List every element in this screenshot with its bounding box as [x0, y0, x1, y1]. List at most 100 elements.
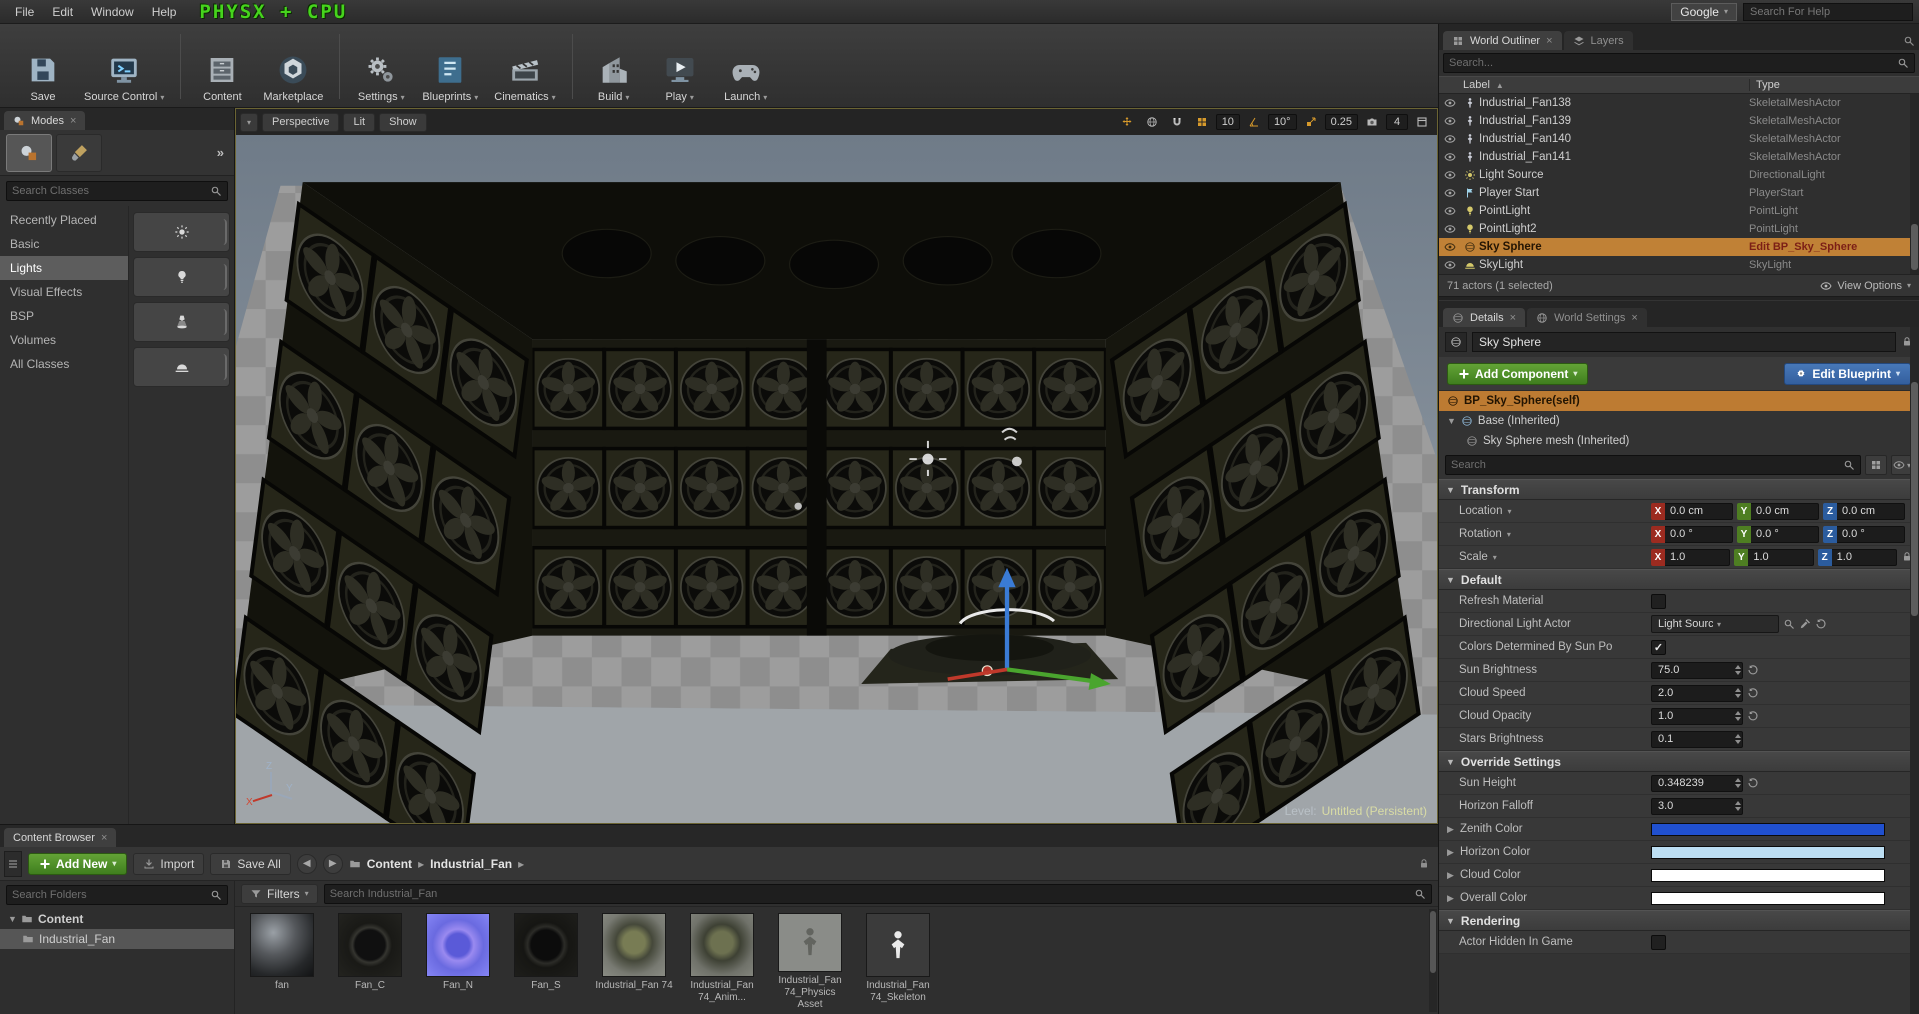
transform-gizmo-icon[interactable] — [1116, 113, 1138, 132]
visibility-eye-icon[interactable] — [1439, 205, 1461, 217]
marketplace-button[interactable]: Marketplace — [255, 28, 331, 105]
visibility-eye-icon[interactable] — [1439, 223, 1461, 235]
location-y-input[interactable]: Y0.0 cm — [1737, 503, 1819, 520]
filters-button[interactable]: Filters▾ — [241, 884, 318, 904]
sources-panel-toggle[interactable] — [4, 851, 22, 877]
level-viewport[interactable]: ▾ Perspective Lit Show — [235, 108, 1438, 824]
visibility-eye-icon[interactable] — [1439, 115, 1461, 127]
category-all-classes[interactable]: All Classes — [0, 352, 128, 376]
viewport-options-button[interactable]: ▾ — [240, 113, 258, 132]
property-matrix-icon[interactable] — [1865, 455, 1887, 475]
outliner-row-sky-sphere[interactable]: Sky Sphere Edit BP_Sky_Sphere — [1439, 238, 1919, 256]
stars-brightness-input[interactable]: 0.1 — [1651, 731, 1743, 748]
blueprints-button[interactable]: Blueprints▾ — [414, 28, 486, 105]
tab-content-browser[interactable]: Content Browser × — [4, 828, 116, 847]
outliner-row-skylight[interactable]: SkyLight SkyLight — [1439, 256, 1919, 274]
category-recently-placed[interactable]: Recently Placed — [0, 208, 128, 232]
rotation-z-input[interactable]: Z0.0 ° — [1823, 526, 1905, 543]
section-rendering[interactable]: ▼ Rendering — [1439, 910, 1919, 931]
outliner-row-industrial-fan141[interactable]: Industrial_Fan141 SkeletalMeshActor — [1439, 148, 1919, 166]
sun-height-input[interactable]: 0.348239 — [1651, 775, 1743, 792]
location-x-input[interactable]: X0.0 cm — [1651, 503, 1733, 520]
launch-button[interactable]: Launch▾ — [713, 28, 779, 105]
asset-tile-fan[interactable]: fan — [243, 913, 321, 1008]
overflow-chevron-icon[interactable]: » — [213, 145, 228, 160]
category-bsp[interactable]: BSP — [0, 304, 128, 328]
breadcrumb-content[interactable]: Content — [367, 857, 412, 871]
zenith-color-swatch[interactable] — [1651, 823, 1885, 836]
asset-tile-industrial-fan-74-anim[interactable]: Industrial_Fan 74_Anim... — [683, 913, 761, 1008]
pick-actor-eyedropper-icon[interactable] — [1799, 618, 1811, 630]
details-search-input[interactable] — [1451, 459, 1839, 471]
outliner-search-input[interactable] — [1449, 57, 1893, 69]
close-icon[interactable]: × — [1510, 312, 1516, 324]
viewport-scene[interactable]: Level:Untitled (Persistent) Z Y X — [236, 135, 1437, 823]
tab-layers[interactable]: Layers — [1564, 31, 1633, 50]
tree-item-industrial-fan[interactable]: Industrial_Fan — [0, 929, 234, 949]
category-visual-effects[interactable]: Visual Effects — [0, 280, 128, 304]
search-folders-input[interactable] — [12, 889, 206, 901]
place-mode-button[interactable] — [6, 134, 52, 172]
reset-to-default-icon[interactable] — [1747, 664, 1759, 676]
actor-hidden-checkbox[interactable] — [1651, 935, 1666, 950]
forward-button[interactable]: ▶ — [323, 854, 343, 874]
overall-color-swatch[interactable] — [1651, 892, 1885, 905]
expander-icon[interactable]: ▶ — [1447, 893, 1455, 904]
expander-icon[interactable]: ▼ — [8, 914, 16, 924]
menu-file[interactable]: File — [6, 3, 43, 21]
expander-icon[interactable]: ▼ — [1447, 416, 1456, 426]
details-scrollbar[interactable] — [1910, 327, 1919, 1014]
rotation-x-input[interactable]: X0.0 ° — [1651, 526, 1733, 543]
column-type[interactable]: Type — [1749, 79, 1919, 91]
component-bp-sky-sphere[interactable]: BP_Sky_Sphere(self) — [1439, 391, 1919, 411]
outliner-row-player-start[interactable]: Player Start PlayerStart — [1439, 184, 1919, 202]
close-icon[interactable]: × — [101, 832, 107, 844]
reset-to-default-icon[interactable] — [1815, 618, 1827, 630]
visibility-eye-icon[interactable] — [1439, 151, 1461, 163]
settings-button[interactable]: Settings▾ — [348, 28, 414, 105]
outliner-scrollbar[interactable] — [1910, 94, 1919, 274]
import-button[interactable]: Import — [133, 853, 204, 875]
reset-to-default-icon[interactable] — [1747, 710, 1759, 722]
scale-y-input[interactable]: Y1.0 — [1734, 549, 1813, 566]
tab-world-settings[interactable]: World Settings × — [1527, 308, 1647, 327]
grid-snap-icon[interactable] — [1191, 113, 1213, 132]
menu-edit[interactable]: Edit — [43, 3, 82, 21]
menu-window[interactable]: Window — [82, 3, 143, 21]
save-button[interactable]: Save — [10, 28, 76, 105]
horizon-falloff-input[interactable]: 3.0 — [1651, 798, 1743, 815]
spinner[interactable] — [1733, 799, 1742, 814]
outliner-row-industrial-fan138[interactable]: Industrial_Fan138 SkeletalMeshActor — [1439, 94, 1919, 112]
visibility-eye-icon[interactable] — [1439, 187, 1461, 199]
browse-to-asset-icon[interactable] — [1783, 618, 1795, 630]
column-label[interactable]: Label — [1463, 79, 1490, 91]
expander-icon[interactable]: ▶ — [1447, 824, 1455, 835]
visibility-eye-icon[interactable] — [1439, 259, 1461, 271]
add-component-button[interactable]: Add Component▾ — [1447, 363, 1588, 385]
category-volumes[interactable]: Volumes — [0, 328, 128, 352]
visibility-eye-icon[interactable] — [1439, 133, 1461, 145]
point-light-item[interactable] — [133, 257, 230, 297]
asset-tile-fan-c[interactable]: Fan_C — [331, 913, 409, 1008]
grid-snap-value[interactable]: 10 — [1216, 114, 1240, 130]
visibility-eye-icon[interactable] — [1439, 241, 1461, 253]
reset-to-default-icon[interactable] — [1747, 777, 1759, 789]
asset-tile-industrial-fan-74-physics[interactable]: Industrial_Fan 74_Physics Asset — [771, 913, 849, 1008]
section-default[interactable]: ▼ Default — [1439, 569, 1919, 590]
reset-to-default-icon[interactable] — [1747, 687, 1759, 699]
horizon-color-swatch[interactable] — [1651, 846, 1885, 859]
world-local-space-icon[interactable] — [1141, 113, 1163, 132]
build-button[interactable]: Build▾ — [581, 28, 647, 105]
cloud-color-swatch[interactable] — [1651, 869, 1885, 882]
category-lights[interactable]: Lights — [0, 256, 128, 280]
asset-tile-fan-s[interactable]: Fan_S — [507, 913, 585, 1008]
search-assets-input[interactable] — [330, 888, 1410, 900]
tab-modes[interactable]: Modes × — [4, 111, 85, 130]
sky-light-item[interactable] — [133, 347, 230, 387]
section-override-settings[interactable]: ▼ Override Settings — [1439, 751, 1919, 772]
spinner[interactable] — [1733, 776, 1742, 791]
asset-scrollbar[interactable] — [1429, 909, 1437, 1012]
scale-z-input[interactable]: Z1.0 — [1818, 549, 1897, 566]
edit-blueprint-link[interactable]: Edit BP_Sky_Sphere — [1749, 241, 1919, 253]
close-icon[interactable]: × — [70, 115, 76, 127]
